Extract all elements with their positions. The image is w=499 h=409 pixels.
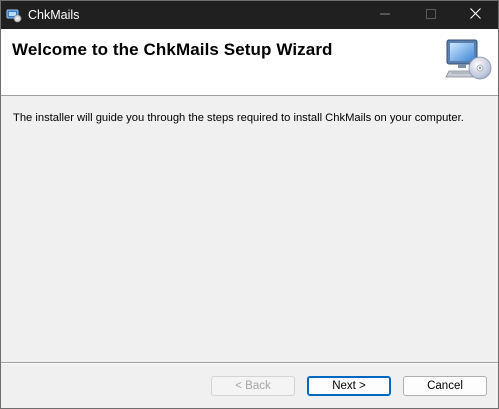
- computer-cd-icon: [443, 37, 493, 85]
- minimize-icon: [380, 6, 390, 24]
- cancel-button[interactable]: Cancel: [403, 376, 487, 396]
- close-icon: [469, 6, 481, 24]
- next-button[interactable]: Next >: [307, 376, 391, 396]
- wizard-header: Welcome to the ChkMails Setup Wizard: [1, 29, 498, 96]
- close-button[interactable]: [452, 1, 498, 29]
- maximize-button[interactable]: [408, 1, 454, 29]
- footer-divider-highlight: [1, 363, 498, 364]
- installer-app-icon: [6, 7, 22, 23]
- wizard-title: Welcome to the ChkMails Setup Wizard: [12, 40, 333, 59]
- maximize-icon: [426, 6, 436, 24]
- title-bar[interactable]: ChkMails: [1, 1, 498, 29]
- window-title: ChkMails: [28, 8, 80, 22]
- back-button[interactable]: < Back: [211, 376, 295, 396]
- setup-wizard-window: ChkMails Welcome to the ChkMails Setup W…: [0, 0, 499, 409]
- wizard-description: The installer will guide you through the…: [13, 112, 464, 124]
- minimize-button[interactable]: [362, 1, 408, 29]
